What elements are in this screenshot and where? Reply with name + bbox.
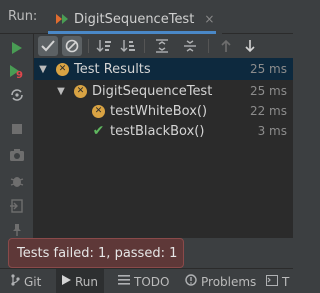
tool-window-bar: Git Run TODO Problems T — [0, 268, 293, 293]
tree-row-label: testBlackBox() — [110, 123, 205, 139]
rerun-icon[interactable] — [7, 38, 27, 58]
tool-window-problems[interactable]: Problems — [185, 269, 256, 293]
debug-icon[interactable] — [7, 171, 27, 191]
tree-row-time: 25 ms — [249, 62, 287, 76]
sort-alpha-icon[interactable] — [94, 36, 114, 56]
exit-icon[interactable] — [7, 196, 27, 216]
show-passed-icon[interactable] — [38, 36, 58, 56]
tool-window-label: Git — [24, 274, 42, 289]
tool-window-terminal[interactable]: T — [266, 269, 289, 293]
tree-row-time: 3 ms — [257, 124, 287, 138]
tree-row-digitsequencetest[interactable]: ▼ ✕ DigitSequenceTest 25 ms — [34, 80, 293, 102]
tree-row-label: DigitSequenceTest — [92, 83, 213, 99]
tree-row-time: 25 ms — [249, 84, 287, 98]
tool-window-label: TODO — [134, 274, 170, 289]
prev-failed-icon[interactable] — [216, 36, 236, 56]
tree-row-testwhitebox[interactable]: ✕ testWhiteBox() 22 ms — [34, 100, 293, 122]
tree-row-time: 22 ms — [249, 104, 287, 118]
test-passed-icon: ✔ — [92, 123, 105, 139]
tool-window-label: Problems — [201, 274, 257, 289]
git-branch-icon — [10, 274, 20, 289]
tool-window-run[interactable]: Run — [56, 269, 105, 293]
tree-row-label: Test Results — [74, 61, 151, 77]
test-failed-icon: ✕ — [56, 62, 69, 76]
test-failed-icon: ✕ — [92, 104, 105, 118]
next-failed-icon[interactable] — [240, 36, 260, 56]
run-tool-window-header: Run: DigitSequenceTest × — [0, 0, 293, 34]
test-results-tree: ▼ ✕ Test Results 25 ms ▼ ✕ DigitSequence… — [34, 58, 293, 238]
test-run-config-icon — [56, 13, 68, 25]
tree-row-test-results[interactable]: ▼ ✕ Test Results 25 ms — [34, 58, 293, 80]
test-toolbar — [34, 34, 293, 58]
todo-list-icon — [118, 275, 130, 288]
expand-all-icon[interactable] — [152, 36, 172, 56]
collapse-all-icon[interactable] — [180, 36, 200, 56]
tool-window-label: Run — [75, 274, 99, 289]
toggle-auto-test-icon[interactable] — [7, 85, 27, 105]
tool-window-label: T — [282, 274, 290, 289]
tool-window-todo[interactable]: TODO — [118, 269, 169, 293]
problems-icon — [185, 274, 197, 289]
chevron-down-icon[interactable]: ▼ — [38, 64, 48, 75]
tool-window-git[interactable]: Git — [10, 269, 45, 293]
screenshot-icon[interactable] — [7, 145, 27, 165]
svg-text:9: 9 — [16, 70, 23, 79]
close-icon[interactable]: × — [204, 12, 214, 26]
stop-icon[interactable] — [7, 119, 27, 139]
tree-row-testblackbox[interactable]: ✔ testBlackBox() 3 ms — [34, 120, 293, 142]
sort-duration-icon[interactable] — [118, 36, 138, 56]
terminal-icon — [266, 274, 278, 289]
pin-icon[interactable] — [7, 220, 27, 240]
tab-digitsequencetest[interactable]: DigitSequenceTest × — [48, 4, 223, 34]
test-status-toast[interactable]: Tests failed: 1, passed: 1 — [8, 238, 184, 268]
rerun-failed-icon[interactable]: 9 — [7, 61, 27, 81]
test-failed-icon: ✕ — [74, 84, 87, 98]
chevron-down-icon[interactable]: ▼ — [56, 86, 66, 97]
run-label: Run: — [8, 9, 38, 24]
run-icon — [62, 275, 71, 288]
left-toolbar: 9 — [0, 34, 34, 238]
tree-row-label: testWhiteBox() — [110, 103, 208, 119]
show-ignored-icon[interactable] — [62, 36, 82, 56]
tab-title: DigitSequenceTest — [74, 11, 195, 27]
